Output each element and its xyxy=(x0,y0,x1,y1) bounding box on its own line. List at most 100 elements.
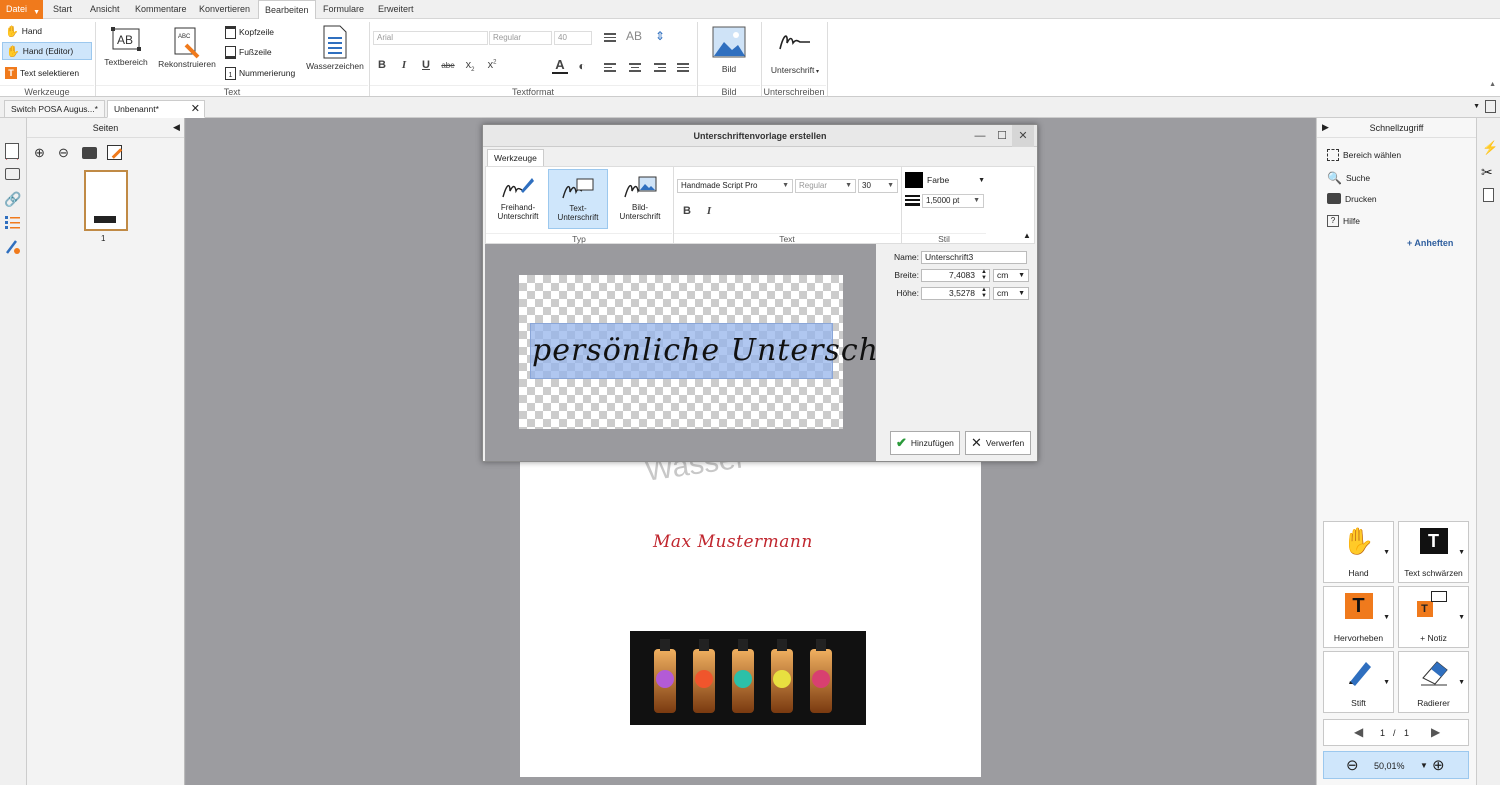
font-style-select[interactable]: Regular xyxy=(489,31,552,45)
tab-werkzeuge[interactable]: Werkzeuge xyxy=(487,149,544,166)
doc-tab-switch-posa[interactable]: Switch POSA Augus...* xyxy=(4,100,105,118)
subscript-icon[interactable]: x2 xyxy=(462,59,478,73)
underline-icon[interactable]: U xyxy=(418,59,434,71)
color-picker[interactable]: Farbe ▼ xyxy=(905,171,985,189)
height-unit-select[interactable]: cm ▼ xyxy=(993,287,1029,300)
name-input[interactable]: Unterschrift3 xyxy=(921,251,1027,264)
height-input[interactable]: 3,5278 xyxy=(921,287,990,300)
lightning-icon[interactable]: ⚡ xyxy=(1482,140,1498,156)
rekonstruieren-button[interactable]: ABC Rekonstruieren xyxy=(156,27,218,69)
add-button[interactable]: ✔ Hinzufügen xyxy=(890,431,960,455)
product-image[interactable] xyxy=(630,631,866,725)
menu-kommentare[interactable]: Kommentare xyxy=(129,0,193,19)
quick-search[interactable]: 🔍 Suche xyxy=(1327,171,1370,185)
zoom-chevron-down-icon[interactable]: ▼ xyxy=(1420,761,1428,770)
hand-tool-button[interactable]: ✋ Hand xyxy=(2,22,45,40)
signature-style-select[interactable]: Regular ▼ xyxy=(795,179,856,193)
structure-list-icon[interactable] xyxy=(5,215,20,230)
quick-print[interactable]: Drucken xyxy=(1327,193,1377,204)
tool-note-button[interactable]: T ▼ + Notiz xyxy=(1398,586,1469,648)
prev-page-icon[interactable]: ◀ xyxy=(1354,725,1363,739)
quick-help[interactable]: ? Hilfe xyxy=(1327,215,1360,227)
properties-icon[interactable] xyxy=(1483,188,1494,202)
tab-list-chevron-icon[interactable]: ▼ xyxy=(1473,103,1480,110)
signature-font-select[interactable]: Handmade Script Pro ▼ xyxy=(677,179,793,193)
bold-icon[interactable]: B xyxy=(679,205,695,217)
tools-icon[interactable]: ✂ xyxy=(1481,164,1493,181)
char-spacing-icon[interactable]: AB xyxy=(626,29,642,43)
tool-eraser-button[interactable]: ▼ Radierer xyxy=(1398,651,1469,713)
line-spacing-icon[interactable] xyxy=(604,33,616,43)
menu-file[interactable]: Datei ▼ xyxy=(0,0,44,19)
menu-ansicht[interactable]: Ansicht xyxy=(84,0,126,19)
wasserzeichen-button[interactable]: Wasserzeichen xyxy=(305,25,365,71)
zoom-in-icon[interactable]: ⊕ xyxy=(1432,756,1445,774)
next-page-icon[interactable]: ▶ xyxy=(1431,725,1440,739)
close-icon[interactable]: ✕ xyxy=(1012,125,1034,147)
tool-redact-button[interactable]: T ▼ Text schwärzen xyxy=(1398,521,1469,583)
kopfzeile-button[interactable]: Kopfzeile xyxy=(222,23,277,41)
quick-area-select[interactable]: Bereich wählen xyxy=(1327,149,1401,161)
italic-icon[interactable]: I xyxy=(396,59,412,71)
align-justify-icon[interactable] xyxy=(677,63,689,73)
signature-stamp[interactable]: Max Mustermann xyxy=(653,532,813,552)
width-input[interactable]: 7,4083 xyxy=(921,269,990,282)
signature-size-select[interactable]: 30 ▼ xyxy=(858,179,898,193)
tool-highlight-button[interactable]: T ▼ Hervorheben xyxy=(1323,586,1394,648)
bold-icon[interactable]: B xyxy=(374,59,390,71)
tool-hand-button[interactable]: ✋ ▼ Hand xyxy=(1323,521,1394,583)
fusszeile-button[interactable]: Fußzeile xyxy=(222,43,275,61)
zoom-in-icon[interactable]: ⊕ xyxy=(34,145,45,161)
zoom-out-icon[interactable]: ⊖ xyxy=(1346,756,1359,774)
maximize-icon[interactable]: ☐ xyxy=(991,125,1013,147)
tool-pen-button[interactable]: ▼ Stift xyxy=(1323,651,1394,713)
image-signature-button[interactable]: Bild- Unterschrift xyxy=(610,169,670,229)
width-spinner-icon[interactable]: ▲ ▼ xyxy=(981,269,987,281)
discard-button[interactable]: ✕ Verwerfen xyxy=(965,431,1031,455)
textbereich-button[interactable]: AB Textbereich xyxy=(101,27,151,67)
sign-tool-icon[interactable] xyxy=(5,239,21,255)
collapse-left-icon[interactable]: ◀ xyxy=(173,122,180,133)
menu-konvertieren[interactable]: Konvertieren xyxy=(193,0,256,19)
pin-button[interactable]: + Anheften xyxy=(1407,238,1453,248)
zoom-out-icon[interactable]: ⊖ xyxy=(58,145,69,161)
width-unit-select[interactable]: cm ▼ xyxy=(993,269,1029,282)
strikethrough-icon[interactable]: abe xyxy=(440,61,456,70)
hand-editor-tool-button[interactable]: ✋ Hand (Editor) xyxy=(2,42,92,60)
font-select[interactable]: Arial xyxy=(373,31,488,45)
close-icon[interactable]: ✕ xyxy=(191,101,200,117)
zoom-level[interactable]: 50,01% xyxy=(1374,761,1405,771)
document-page[interactable]: Wasser Max Mustermann xyxy=(520,441,981,777)
highlight-color-icon[interactable]: ◐ xyxy=(574,59,590,73)
paragraph-spacing-icon[interactable]: ⇕ xyxy=(652,29,668,43)
pages-thumbnail-icon[interactable] xyxy=(5,143,19,159)
edit-page-icon[interactable] xyxy=(107,145,123,160)
bild-button[interactable]: Bild xyxy=(706,26,752,74)
page-thumbnail[interactable] xyxy=(84,170,128,231)
print-icon[interactable] xyxy=(82,147,97,159)
font-size-select[interactable]: 40 xyxy=(554,31,592,45)
line-width-select[interactable]: 1,5000 pt ▼ xyxy=(922,194,984,208)
text-signature-button[interactable]: Text- Unterschrift xyxy=(548,169,608,229)
collapse-ribbon-icon[interactable]: ▲ xyxy=(1489,81,1496,88)
minimize-icon[interactable]: — xyxy=(969,125,991,147)
font-color-icon[interactable]: A xyxy=(552,57,568,74)
comment-icon[interactable] xyxy=(5,168,20,180)
attachment-icon[interactable]: 🔗 xyxy=(4,191,21,208)
nummerierung-button[interactable]: 1 Nummerierung xyxy=(222,64,298,82)
current-page[interactable]: 1 xyxy=(1380,728,1385,738)
menu-bearbeiten[interactable]: Bearbeiten xyxy=(258,0,316,19)
doc-tab-unbenannt[interactable]: Unbenannt* ✕ xyxy=(107,100,205,118)
collapse-ribbon-icon[interactable]: ▲ xyxy=(1023,231,1031,240)
height-spinner-icon[interactable]: ▲ ▼ xyxy=(981,287,987,299)
menu-erweitert[interactable]: Erweitert xyxy=(372,0,420,19)
unterschrift-button[interactable]: Unterschrift ▾ xyxy=(766,29,824,75)
menu-formulare[interactable]: Formulare xyxy=(317,0,370,19)
freehand-signature-button[interactable]: Freihand- Unterschrift xyxy=(488,169,548,229)
align-right-icon[interactable] xyxy=(654,63,666,73)
superscript-icon[interactable]: x2 xyxy=(484,59,500,71)
align-center-icon[interactable] xyxy=(629,63,641,73)
italic-icon[interactable]: I xyxy=(701,205,717,217)
panel-toggle-icon[interactable] xyxy=(1485,100,1496,113)
menu-start[interactable]: Start xyxy=(47,0,78,19)
